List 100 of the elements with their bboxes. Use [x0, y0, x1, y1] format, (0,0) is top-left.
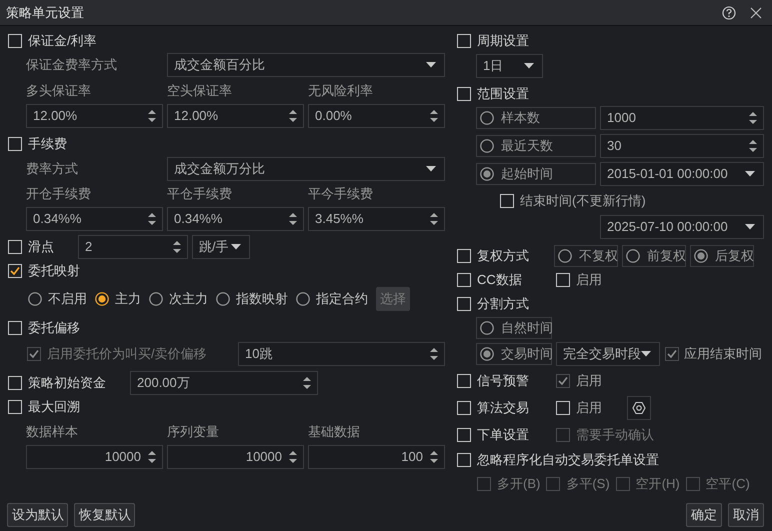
button[interactable]: 恢复默认 — [74, 503, 135, 527]
dropdown[interactable]: 成交金额万分比 — [167, 157, 445, 181]
field-label: 保证金费率方式 — [26, 56, 118, 74]
spin-arrows-icon — [147, 449, 157, 465]
radio-label: 指定合约 — [316, 290, 368, 308]
spin-arrows-icon — [429, 211, 439, 227]
spin-box[interactable]: 12.00% — [26, 104, 163, 128]
radio-label: 不启用 — [48, 290, 87, 308]
radio-button[interactable] — [626, 249, 640, 263]
caret-icon — [524, 63, 534, 69]
help-icon[interactable] — [722, 6, 736, 20]
radio-label: 指数映射 — [236, 290, 288, 308]
dropdown[interactable]: 2025-07-10 00:00:00 — [600, 215, 764, 239]
section-label: 分割方式 — [477, 295, 529, 314]
radio-button[interactable] — [480, 321, 494, 335]
section-label: CC数据 — [477, 271, 523, 290]
spin-box[interactable]: 200.00万 — [130, 371, 318, 395]
radio-button[interactable] — [558, 249, 572, 263]
field-label: 平仓手续费 — [167, 185, 233, 204]
checkbox-label: 启用 — [576, 271, 602, 290]
spin-arrows-icon — [429, 346, 439, 362]
radio-option[interactable]: 最近天数 — [476, 135, 596, 157]
section-label: 委托映射 — [28, 262, 80, 280]
caret-icon — [745, 171, 755, 177]
field-label: 费率方式 — [26, 160, 79, 178]
field-label: 数据样本 — [26, 423, 79, 442]
checkbox-label: 空开(H) — [636, 475, 680, 494]
radio-option[interactable]: 后复权 — [690, 245, 754, 267]
spin-box[interactable]: 0.00% — [308, 104, 445, 128]
caret-icon — [641, 351, 651, 357]
dropdown[interactable]: 跳/手 — [192, 235, 250, 259]
spin-arrows-icon — [172, 239, 182, 255]
settings-icon — [632, 401, 646, 415]
checkbox-label: 启用 — [576, 372, 602, 390]
section-label: 手续费 — [28, 135, 67, 154]
spin-arrows-icon — [748, 110, 758, 126]
checkbox[interactable] — [556, 374, 570, 388]
field-label: 空头保证率 — [167, 82, 233, 100]
spin-arrows-icon — [288, 449, 298, 465]
radio-button[interactable] — [149, 292, 163, 306]
radio-button[interactable] — [216, 292, 230, 306]
radio-button[interactable] — [480, 167, 494, 181]
checkbox-label: 多平(S) — [566, 475, 610, 494]
section-label: 算法交易 — [477, 399, 530, 418]
spin-box[interactable]: 0.34%% — [167, 207, 304, 231]
radio-option[interactable]: 自然时间 — [476, 317, 552, 339]
section-label: 滑点 — [28, 238, 55, 256]
section-label: 周期设置 — [477, 32, 529, 50]
checkbox-label: 空平(C) — [706, 475, 750, 494]
button[interactable]: 确定 — [686, 503, 722, 527]
field-label: 基础数据 — [308, 423, 361, 442]
section-label: 范围设置 — [477, 85, 529, 104]
dropdown[interactable]: 2015-01-01 00:00:00 — [600, 162, 764, 186]
spin-box[interactable]: 0.34%% — [26, 207, 163, 231]
radio-option[interactable]: 起始时间 — [476, 163, 596, 185]
button[interactable]: 取消 — [728, 503, 764, 527]
section-label: 复权方式 — [477, 247, 530, 266]
radio-button[interactable] — [95, 292, 109, 306]
spin-box[interactable]: 10000 — [26, 445, 163, 469]
spin-box[interactable]: 2 — [78, 235, 188, 259]
button[interactable]: 设为默认 — [7, 503, 68, 527]
radio-option[interactable]: 样本数 — [476, 107, 596, 129]
window-title: 策略单元设置 — [6, 4, 84, 22]
caret-icon — [231, 244, 241, 250]
checkbox[interactable] — [665, 347, 679, 361]
spin-box[interactable]: 10000 — [167, 445, 304, 469]
caret-icon — [426, 62, 436, 68]
checkbox-label: 需要手动确认 — [576, 426, 654, 444]
spin-box[interactable]: 12.00% — [167, 104, 304, 128]
spin-arrows-icon — [429, 449, 439, 465]
radio-button[interactable] — [480, 111, 494, 125]
close-icon[interactable] — [750, 6, 762, 18]
section-label: 策略初始资金 — [28, 374, 107, 392]
dropdown[interactable]: 成交金额百分比 — [167, 53, 445, 77]
radio-button[interactable] — [694, 249, 708, 263]
caret-icon — [426, 166, 436, 172]
settings-button[interactable] — [627, 396, 651, 420]
radio-option[interactable]: 不复权 — [554, 245, 618, 267]
radio-button[interactable] — [28, 292, 42, 306]
radio-option[interactable]: 前复权 — [622, 245, 686, 267]
section-label: 保证金/利率 — [28, 32, 97, 50]
dropdown[interactable]: 1日 — [476, 54, 543, 78]
caret-icon — [745, 224, 755, 230]
section-label: 委托偏移 — [28, 319, 80, 338]
spin-box[interactable]: 30 — [600, 134, 764, 158]
section-label: 最大回溯 — [28, 398, 80, 416]
section-label: 忽略程序化自动交易委托单设置 — [477, 451, 659, 470]
spin-box[interactable]: 3.45%% — [308, 207, 445, 231]
spin-box[interactable]: 1000 — [600, 106, 764, 130]
spin-arrows-icon — [147, 211, 157, 227]
radio-button[interactable] — [480, 347, 494, 361]
radio-button[interactable] — [296, 292, 310, 306]
radio-button[interactable] — [480, 139, 494, 153]
field-label: 序列变量 — [167, 423, 220, 442]
dropdown[interactable]: 完全交易时段 — [556, 342, 660, 366]
spin-box[interactable]: 100 — [308, 445, 445, 469]
spin-arrows-icon — [288, 108, 298, 124]
radio-option[interactable]: 交易时间 — [476, 343, 552, 365]
spin-arrows-icon — [288, 211, 298, 227]
spin-box[interactable]: 10跳 — [238, 342, 445, 366]
